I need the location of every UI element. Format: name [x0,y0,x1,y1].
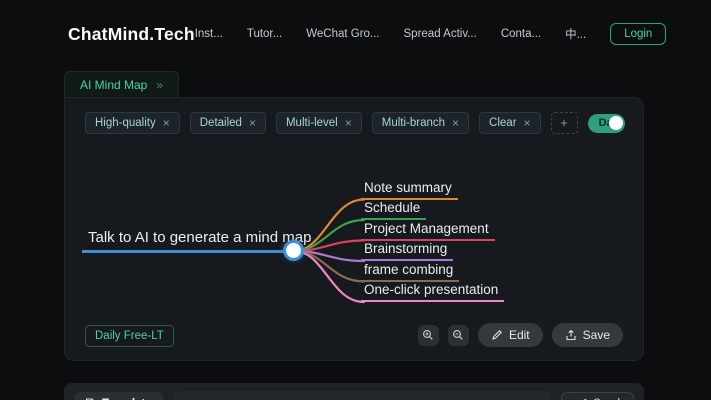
zoom-out-button[interactable] [448,325,469,346]
edit-button[interactable]: Edit [478,323,543,347]
mindmap-center-dot[interactable] [286,243,301,258]
tab-ai-mind-map[interactable]: AI Mind Map » [64,71,179,99]
prompt-bar: Template Send [64,383,644,400]
nav-item[interactable]: Conta... [501,28,541,40]
daily-free-badge[interactable]: Daily Free-LT [85,325,174,347]
nav-item[interactable]: 中... [565,26,586,42]
chevron-right-icon: » [156,78,163,92]
nav-item[interactable]: Spread Activ... [404,28,477,40]
prompt-input[interactable] [173,391,552,400]
app-logo[interactable]: ChatMind.Tech [68,24,195,45]
mindmap-branch-node[interactable]: Note summary [361,180,458,200]
pencil-icon [491,329,503,341]
mindmap-branch-node[interactable]: Brainstorming [361,241,453,261]
zoom-in-icon [422,329,434,341]
mindmap-branch-node[interactable]: Project Management [361,221,495,241]
panel-controls: Edit Save [418,323,623,347]
nav-items: Inst... Tutor... WeChat Gro... Spread Activ… [195,26,586,42]
zoom-in-button[interactable] [418,325,439,346]
mindmap-branch-node[interactable]: One-click presentation [361,282,504,302]
nav-item[interactable]: Inst... [195,28,223,40]
zoom-out-icon [452,329,464,341]
mindmap-branch-node[interactable]: Schedule [361,200,426,220]
mindmap-branch-node[interactable]: frame combing [361,262,459,282]
save-button-label: Save [583,328,610,342]
mindmap-panel: High-quality×Detailed×Multi-level×Multi-… [64,97,644,361]
edit-button-label: Edit [509,328,530,342]
send-button[interactable]: Send [561,392,634,400]
login-button[interactable]: Login [610,23,666,45]
nav-item[interactable]: Tutor... [247,28,282,40]
header: ChatMind.Tech Inst... Tutor... WeChat Gro.… [0,0,711,62]
mindmap-root-node[interactable]: Talk to AI to generate a mind map [82,229,294,253]
save-icon [565,329,577,341]
template-button[interactable]: Template [74,392,163,400]
tab-label: AI Mind Map [80,78,147,92]
branch-curve [294,251,364,302]
nav-item[interactable]: WeChat Gro... [306,28,379,40]
save-button[interactable]: Save [552,323,623,347]
mindmap-canvas[interactable]: Talk to AI to generate a mind map Note s… [65,98,643,360]
